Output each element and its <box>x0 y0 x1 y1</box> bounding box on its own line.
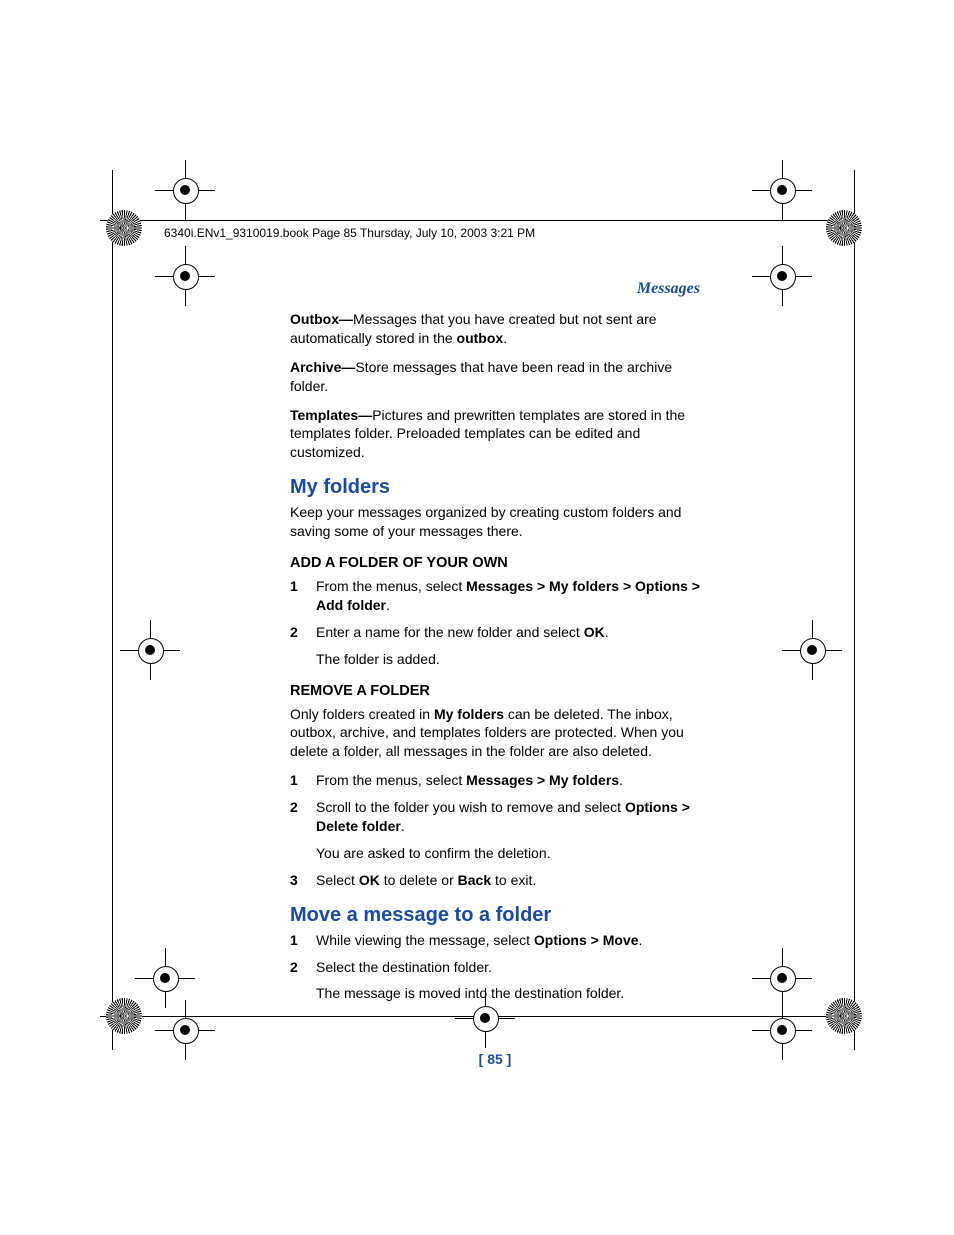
body-text: Only folders created in <box>290 706 434 722</box>
move-message-steps: 1 While viewing the message, select Opti… <box>290 931 700 1004</box>
step-text: to exit. <box>491 872 536 888</box>
lead-label: Templates— <box>290 407 372 423</box>
step-text: From the menus, select <box>316 772 466 788</box>
register-crosshair-icon <box>752 246 812 306</box>
register-crosshair-icon <box>155 1000 215 1060</box>
step-number: 1 <box>290 931 298 950</box>
step-result: You are asked to confirm the deletion. <box>316 844 700 863</box>
register-globe-icon <box>826 998 862 1034</box>
step-text: Select <box>316 872 359 888</box>
step-item: 2 Scroll to the folder you wish to remov… <box>290 798 700 863</box>
add-folder-steps: 1 From the menus, select Messages > My f… <box>290 577 700 669</box>
step-item: 2 Enter a name for the new folder and se… <box>290 623 700 669</box>
step-text: . <box>401 818 405 834</box>
step-number: 3 <box>290 871 298 890</box>
step-text: . <box>619 772 623 788</box>
my-folders-desc: Keep your messages organized by creating… <box>290 503 700 541</box>
step-item: 2 Select the destination folder. The mes… <box>290 958 700 1004</box>
step-item: 1 While viewing the message, select Opti… <box>290 931 700 950</box>
templates-desc: Templates—Pictures and prewritten templa… <box>290 406 700 463</box>
step-result: The message is moved into the destinatio… <box>316 984 700 1003</box>
menu-path: Messages > My folders <box>466 772 619 788</box>
register-crosshair-icon <box>752 1000 812 1060</box>
body-text: . <box>503 330 507 346</box>
step-text: Scroll to the folder you wish to remove … <box>316 799 625 815</box>
step-number: 2 <box>290 958 298 977</box>
register-crosshair-icon <box>135 948 195 1008</box>
remove-folder-steps: 1 From the menus, select Messages > My f… <box>290 771 700 889</box>
register-crosshair-icon <box>120 620 180 680</box>
register-crosshair-icon <box>752 948 812 1008</box>
register-crosshair-icon <box>752 160 812 220</box>
menu-path: Options > Move <box>534 932 639 948</box>
step-number: 1 <box>290 771 298 790</box>
register-crosshair-icon <box>155 160 215 220</box>
page-number: [ 85 ] <box>290 1051 700 1067</box>
bold-term: outbox <box>457 330 504 346</box>
step-text: . <box>386 597 390 613</box>
menu-path: OK <box>584 624 605 640</box>
step-text: Enter a name for the new folder and sele… <box>316 624 584 640</box>
step-text: From the menus, select <box>316 578 466 594</box>
print-header: 6340i.ENv1_9310019.book Page 85 Thursday… <box>164 226 704 240</box>
register-globe-icon <box>826 210 862 246</box>
move-message-heading: Move a message to a folder <box>290 904 700 927</box>
step-text: . <box>639 932 643 948</box>
register-globe-icon <box>106 210 142 246</box>
step-number: 2 <box>290 798 298 817</box>
lead-label: Archive— <box>290 359 355 375</box>
menu-path: Back <box>458 872 491 888</box>
step-number: 2 <box>290 623 298 642</box>
step-item: 3 Select OK to delete or Back to exit. <box>290 871 700 890</box>
bold-term: My folders <box>434 706 504 722</box>
step-result: The folder is added. <box>316 650 700 669</box>
remove-folder-heading: REMOVE A FOLDER <box>290 683 700 699</box>
remove-folder-desc: Only folders created in My folders can b… <box>290 705 700 762</box>
archive-desc: Archive—Store messages that have been re… <box>290 358 700 396</box>
step-item: 1 From the menus, select Messages > My f… <box>290 771 700 790</box>
crop-line-top <box>100 220 860 221</box>
menu-path: OK <box>359 872 380 888</box>
crop-line-left <box>112 170 113 1050</box>
step-text: . <box>605 624 609 640</box>
register-crosshair-icon <box>155 246 215 306</box>
lead-label: Outbox— <box>290 311 353 327</box>
register-crosshair-icon <box>782 620 842 680</box>
step-text: Select the destination folder. <box>316 959 492 975</box>
step-text: to delete or <box>380 872 458 888</box>
add-folder-heading: ADD A FOLDER OF YOUR OWN <box>290 555 700 571</box>
step-item: 1 From the menus, select Messages > My f… <box>290 577 700 615</box>
outbox-desc: Outbox—Messages that you have created bu… <box>290 310 700 348</box>
step-number: 1 <box>290 577 298 596</box>
page-content: 6340i.ENv1_9310019.book Page 85 Thursday… <box>290 226 700 1067</box>
crop-line-right <box>854 170 855 1050</box>
my-folders-heading: My folders <box>290 476 700 499</box>
section-title: Messages <box>290 280 700 298</box>
step-text: While viewing the message, select <box>316 932 534 948</box>
